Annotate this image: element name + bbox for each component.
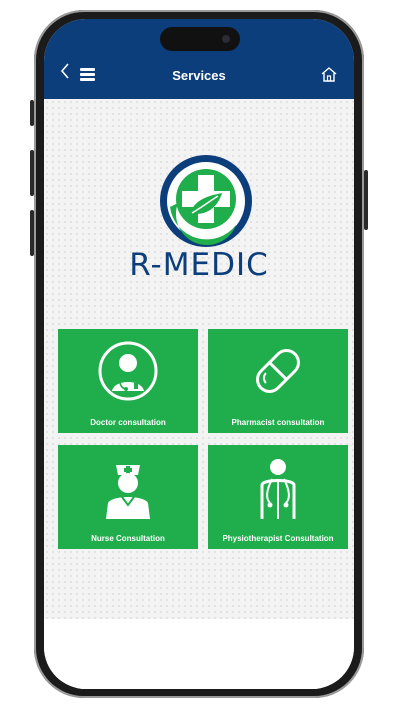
nurse-icon (98, 455, 158, 519)
volume-up-button (30, 100, 34, 126)
bottom-area (44, 619, 354, 689)
camera-notch (160, 27, 240, 51)
doctor-icon (98, 339, 158, 403)
brand-name: R-MEDIC (129, 247, 269, 283)
volume-down-button-2 (30, 210, 34, 256)
service-tile-physiotherapist[interactable]: Physiotherapist Consultation (208, 445, 348, 549)
service-label: Pharmacist consultation (231, 418, 325, 427)
r-medic-logo (156, 151, 256, 251)
page-title: Services (172, 68, 226, 83)
pill-icon (248, 339, 308, 403)
power-button (364, 170, 368, 230)
service-label: Physiotherapist Consultation (222, 534, 334, 543)
service-tile-nurse[interactable]: Nurse Consultation (58, 445, 198, 549)
phone-frame: Services R-MEDIC Doctor consultation Pha… (30, 10, 368, 698)
service-label: Nurse Consultation (91, 534, 165, 543)
app-header: Services (44, 19, 354, 99)
service-tile-pharmacist[interactable]: Pharmacist consultation (208, 329, 348, 433)
phone-screen: Services R-MEDIC Doctor consultation Pha… (44, 19, 354, 689)
home-icon[interactable] (320, 66, 338, 82)
volume-down-button (30, 150, 34, 196)
physiotherapist-icon (248, 455, 308, 519)
service-label: Doctor consultation (90, 418, 166, 427)
service-tile-doctor[interactable]: Doctor consultation (58, 329, 198, 433)
front-camera (222, 35, 230, 43)
services-content: R-MEDIC Doctor consultation Pharmacist c… (44, 99, 354, 619)
